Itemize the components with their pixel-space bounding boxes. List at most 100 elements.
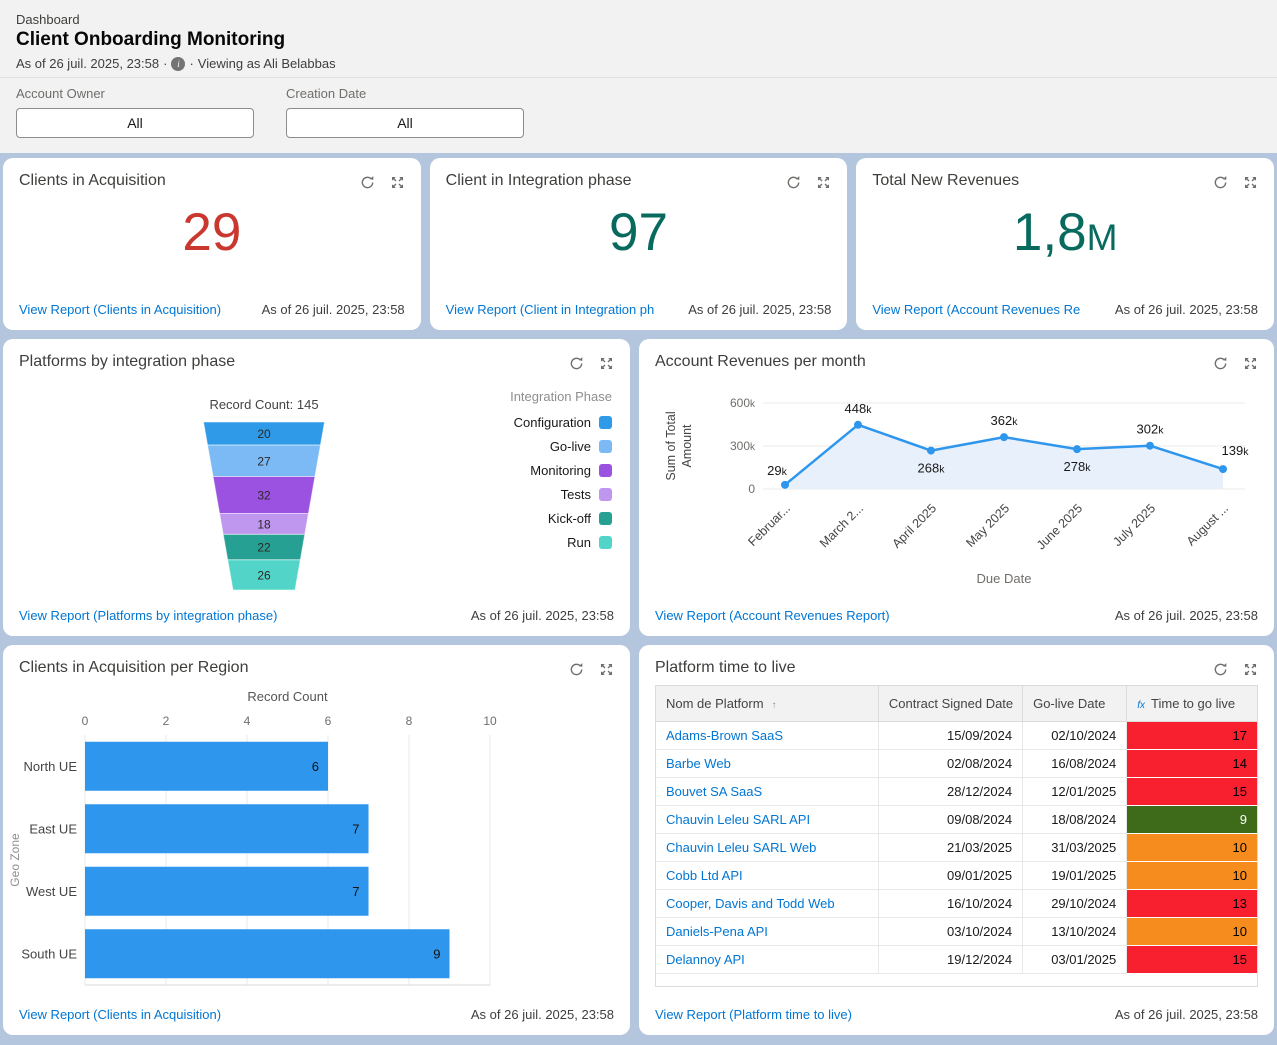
view-report-link[interactable]: View Report (Account Revenues Report) <box>655 608 890 623</box>
svg-text:18: 18 <box>257 517 271 531</box>
legend-item-kick-off[interactable]: Kick-off <box>510 511 612 526</box>
expand-icon[interactable] <box>1243 175 1258 190</box>
column-header-go-live-date[interactable]: Go-live Date <box>1023 686 1127 722</box>
svg-text:7: 7 <box>352 821 359 836</box>
table-row: Chauvin Leleu SARL API09/08/202418/08/20… <box>656 806 1257 834</box>
legend-swatch <box>599 416 612 429</box>
contract-signed-date: 09/08/2024 <box>878 806 1022 834</box>
table-row: Chauvin Leleu SARL Web21/03/202531/03/20… <box>656 834 1257 862</box>
bar-south-ue[interactable] <box>85 929 450 978</box>
legend-item-go-live[interactable]: Go-live <box>510 439 612 454</box>
data-point[interactable] <box>781 481 789 489</box>
expand-icon[interactable] <box>599 662 614 677</box>
refresh-icon[interactable] <box>569 356 584 371</box>
view-report-link[interactable]: View Report (Clients in Acquisition) <box>19 302 221 317</box>
column-header-nom-de-platform[interactable]: Nom de Platform↑ <box>656 686 878 722</box>
legend-item-monitoring[interactable]: Monitoring <box>510 463 612 478</box>
time-to-live-cell: 14 <box>1127 750 1257 778</box>
contract-signed-date: 16/10/2024 <box>878 890 1022 918</box>
view-report-link[interactable]: View Report (Platforms by integration ph… <box>19 608 277 623</box>
column-header-contract-signed-date[interactable]: Contract Signed Date <box>878 686 1022 722</box>
view-report-link[interactable]: View Report (Client in Integration ph <box>446 302 655 317</box>
revenue-line-chart[interactable]: 0300k600kSum of TotalAmount29k448k268k36… <box>645 373 1265 591</box>
refresh-icon[interactable] <box>786 175 801 190</box>
account-owner-dropdown[interactable]: All <box>16 108 254 138</box>
meta-separator: · <box>189 56 193 71</box>
kpi-card-total-new-revenues: Total New Revenues 1,8M View Report (Acc… <box>856 158 1274 330</box>
table-header-row: Nom de Platform↑Contract Signed DateGo-l… <box>656 686 1257 722</box>
svg-text:8: 8 <box>406 714 413 728</box>
bar-west-ue[interactable] <box>85 867 369 916</box>
svg-text:2: 2 <box>163 714 170 728</box>
legend-label: Configuration <box>514 415 591 430</box>
dashboard-header: Dashboard Client Onboarding Monitoring A… <box>0 0 1277 153</box>
platform-link[interactable]: Barbe Web <box>666 756 731 771</box>
column-header-time-to-go-live[interactable]: fxTime to go live <box>1127 686 1257 722</box>
dashboard-meta: As of 26 juil. 2025, 23:58 · i · Viewing… <box>16 56 1261 71</box>
data-point[interactable] <box>927 447 935 455</box>
data-point[interactable] <box>1000 433 1008 441</box>
refresh-icon[interactable] <box>1213 175 1228 190</box>
platform-link[interactable]: Bouvet SA SaaS <box>666 784 762 799</box>
platform-table: Nom de Platform↑Contract Signed DateGo-l… <box>655 685 1258 987</box>
platform-link[interactable]: Chauvin Leleu SARL API <box>666 812 810 827</box>
expand-icon[interactable] <box>1243 662 1258 677</box>
data-point[interactable] <box>1073 445 1081 453</box>
dashboard-grid: Clients in Acquisition 29 View Report (C… <box>0 153 1277 1035</box>
platform-link[interactable]: Cobb Ltd API <box>666 868 743 883</box>
breadcrumb[interactable]: Dashboard <box>16 12 1261 27</box>
funnel-chart[interactable]: Record Count: 145 202732182226 <box>189 397 339 591</box>
region-bar-chart[interactable]: Record Count02468106North UE7East UE7Wes… <box>3 679 623 997</box>
platform-link[interactable]: Chauvin Leleu SARL Web <box>666 840 816 855</box>
svg-text:20: 20 <box>257 427 271 441</box>
svg-text:West UE: West UE <box>26 884 77 899</box>
view-report-link[interactable]: View Report (Clients in Acquisition) <box>19 1007 221 1022</box>
bar-north-ue[interactable] <box>85 742 328 791</box>
funnel-svg[interactable]: 202732182226 <box>189 421 339 591</box>
platform-link[interactable]: Cooper, Davis and Todd Web <box>666 896 835 911</box>
kpi-card-clients-in-integration: Client in Integration phase 97 View Repo… <box>430 158 848 330</box>
filter-creation-date: Creation Date All <box>286 86 524 138</box>
page-title: Client Onboarding Monitoring <box>16 29 1261 51</box>
meta-separator: · <box>163 56 167 71</box>
svg-text:6: 6 <box>312 759 319 774</box>
column-label: Time to go live <box>1151 696 1235 711</box>
data-point[interactable] <box>1146 442 1154 450</box>
svg-text:29k: 29k <box>767 463 787 478</box>
bar-east-ue[interactable] <box>85 804 369 853</box>
data-point[interactable] <box>854 421 862 429</box>
svg-text:27: 27 <box>257 454 271 468</box>
platform-link[interactable]: Daniels-Pena API <box>666 924 768 939</box>
view-report-link[interactable]: View Report (Account Revenues Re <box>872 302 1080 317</box>
info-icon[interactable]: i <box>171 57 185 71</box>
refresh-icon[interactable] <box>1213 356 1228 371</box>
legend-item-tests[interactable]: Tests <box>510 487 612 502</box>
table-row: Cobb Ltd API09/01/202519/01/202510 <box>656 862 1257 890</box>
view-report-link[interactable]: View Report (Platform time to live) <box>655 1007 852 1022</box>
legend-swatch <box>599 512 612 525</box>
expand-icon[interactable] <box>599 356 614 371</box>
svg-text:August ...: August ... <box>1184 501 1231 548</box>
filter-bar: Account Owner All Creation Date All <box>0 77 1277 153</box>
legend-item-configuration[interactable]: Configuration <box>510 415 612 430</box>
legend-label: Go-live <box>550 439 591 454</box>
expand-icon[interactable] <box>1243 356 1258 371</box>
card-as-of: As of 26 juil. 2025, 23:58 <box>471 1007 614 1022</box>
expand-icon[interactable] <box>816 175 831 190</box>
svg-text:26: 26 <box>257 568 271 582</box>
contract-signed-date: 02/08/2024 <box>878 750 1022 778</box>
refresh-icon[interactable] <box>569 662 584 677</box>
svg-text:300k: 300k <box>730 439 756 453</box>
refresh-icon[interactable] <box>1213 662 1228 677</box>
platform-link[interactable]: Delannoy API <box>666 952 745 967</box>
platform-link[interactable]: Adams-Brown SaaS <box>666 728 783 743</box>
expand-icon[interactable] <box>390 175 405 190</box>
legend-item-run[interactable]: Run <box>510 535 612 550</box>
refresh-icon[interactable] <box>360 175 375 190</box>
creation-date-dropdown[interactable]: All <box>286 108 524 138</box>
card-title: Account Revenues per month <box>655 353 866 371</box>
legend-label: Run <box>567 535 591 550</box>
data-point[interactable] <box>1219 465 1227 473</box>
legend-swatch <box>599 464 612 477</box>
contract-signed-date: 19/12/2024 <box>878 946 1022 974</box>
